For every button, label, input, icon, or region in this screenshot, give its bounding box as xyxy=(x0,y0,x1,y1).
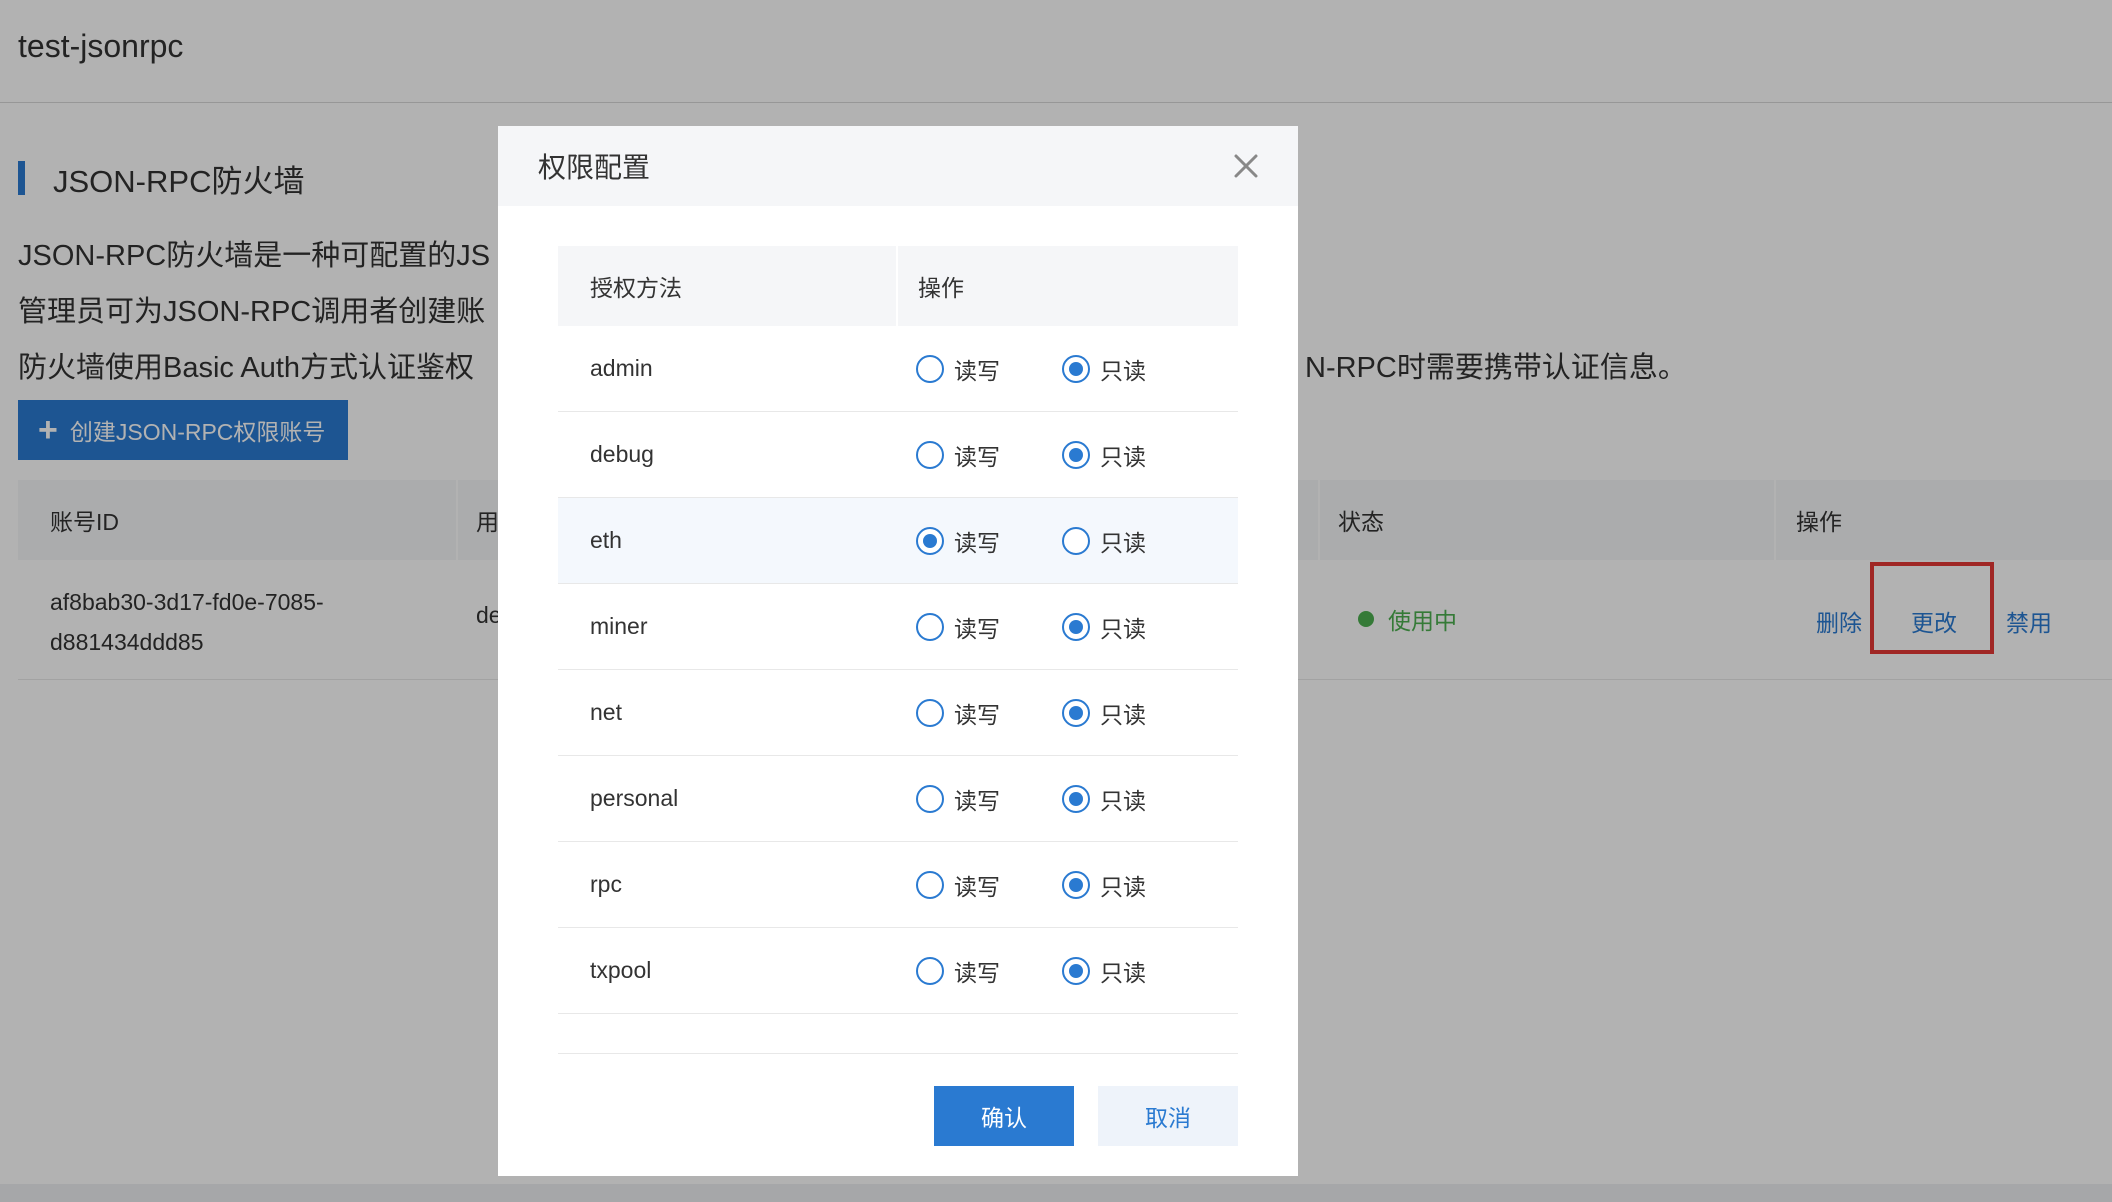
method-name: txpool xyxy=(590,957,652,983)
cancel-button[interactable]: 取消 xyxy=(1098,1086,1238,1146)
permission-row-miner: miner 读写 只读 xyxy=(558,584,1238,670)
modal-header: 权限配置 xyxy=(498,126,1298,206)
permission-row-net: net 读写 只读 xyxy=(558,670,1238,756)
radio-label: 只读 xyxy=(1100,873,1146,900)
radio-label: 只读 xyxy=(1100,959,1146,986)
method-name: personal xyxy=(590,785,679,811)
radio-label: 读写 xyxy=(954,357,1000,384)
radio-circle-icon xyxy=(916,698,944,727)
radio-circle-icon xyxy=(916,956,944,985)
radio-circle-icon xyxy=(1062,354,1090,383)
method-name: eth xyxy=(590,527,622,553)
permission-row-txpool: txpool 读写 只读 xyxy=(558,928,1238,1014)
radio-label: 只读 xyxy=(1100,787,1146,814)
read-write-radio[interactable]: 读写 xyxy=(916,696,1000,730)
radio-circle-icon xyxy=(1062,698,1090,727)
radio-label: 只读 xyxy=(1100,357,1146,384)
radio-circle-icon xyxy=(916,612,944,641)
read-write-radio[interactable]: 读写 xyxy=(916,524,1000,558)
permission-row-rpc: rpc 读写 只读 xyxy=(558,842,1238,928)
radio-circle-icon xyxy=(1062,612,1090,641)
read-only-radio[interactable]: 只读 xyxy=(1062,696,1146,730)
close-icon xyxy=(1234,154,1258,178)
radio-label: 读写 xyxy=(954,701,1000,728)
permission-row-eth: eth 读写 只读 xyxy=(558,498,1238,584)
radio-label: 读写 xyxy=(954,787,1000,814)
radio-label: 只读 xyxy=(1100,529,1146,556)
radio-circle-icon xyxy=(1062,440,1090,469)
method-name: admin xyxy=(590,355,653,381)
header-auth-method: 授权方法 xyxy=(558,246,896,326)
permission-row-personal: personal 读写 只读 xyxy=(558,756,1238,842)
radio-label: 读写 xyxy=(954,959,1000,986)
read-only-radio[interactable]: 只读 xyxy=(1062,868,1146,902)
radio-circle-icon xyxy=(916,784,944,813)
read-write-radio[interactable]: 读写 xyxy=(916,352,1000,386)
radio-label: 读写 xyxy=(954,443,1000,470)
modal-footer: 确认 取消 xyxy=(498,1086,1298,1148)
radio-circle-icon xyxy=(1062,870,1090,899)
permission-config-modal: 权限配置 授权方法 操作 admin 读写 只读 debug 读写 只读 eth 读写 只读 mi… xyxy=(498,126,1298,1176)
permission-row-admin: admin 读写 只读 xyxy=(558,326,1238,412)
read-write-radio[interactable]: 读写 xyxy=(916,438,1000,472)
method-name: miner xyxy=(590,613,648,639)
permission-row-debug: debug 读写 只读 xyxy=(558,412,1238,498)
permission-table: 授权方法 操作 admin 读写 只读 debug 读写 只读 eth 读写 只读 miner 读写… xyxy=(558,246,1238,1054)
confirm-button[interactable]: 确认 xyxy=(934,1086,1074,1146)
radio-circle-icon xyxy=(916,870,944,899)
radio-circle-icon xyxy=(916,440,944,469)
radio-label: 只读 xyxy=(1100,701,1146,728)
read-write-radio[interactable]: 读写 xyxy=(916,868,1000,902)
modal-title: 权限配置 xyxy=(538,152,651,183)
radio-label: 读写 xyxy=(954,873,1000,900)
read-write-radio[interactable]: 读写 xyxy=(916,954,1000,988)
read-only-radio[interactable]: 只读 xyxy=(1062,438,1146,472)
radio-circle-icon xyxy=(916,526,944,555)
radio-label: 只读 xyxy=(1100,443,1146,470)
permission-table-footer xyxy=(558,1014,1238,1054)
read-only-radio[interactable]: 只读 xyxy=(1062,352,1146,386)
read-only-radio[interactable]: 只读 xyxy=(1062,524,1146,558)
radio-label: 只读 xyxy=(1100,615,1146,642)
header-operation: 操作 xyxy=(898,246,1238,326)
radio-circle-icon xyxy=(916,354,944,383)
read-only-radio[interactable]: 只读 xyxy=(1062,782,1146,816)
radio-circle-icon xyxy=(1062,956,1090,985)
read-write-radio[interactable]: 读写 xyxy=(916,610,1000,644)
radio-circle-icon xyxy=(1062,784,1090,813)
method-name: debug xyxy=(590,441,654,467)
radio-label: 读写 xyxy=(954,529,1000,556)
read-only-radio[interactable]: 只读 xyxy=(1062,610,1146,644)
radio-label: 读写 xyxy=(954,615,1000,642)
close-button[interactable] xyxy=(1224,144,1268,188)
permission-table-header: 授权方法 操作 xyxy=(558,246,1238,326)
read-only-radio[interactable]: 只读 xyxy=(1062,954,1146,988)
radio-circle-icon xyxy=(1062,526,1090,555)
permission-rows: admin 读写 只读 debug 读写 只读 eth 读写 只读 miner 读写 只读 net 读写只… xyxy=(558,326,1238,1014)
method-name: rpc xyxy=(590,871,622,897)
method-name: net xyxy=(590,699,622,725)
read-write-radio[interactable]: 读写 xyxy=(916,782,1000,816)
